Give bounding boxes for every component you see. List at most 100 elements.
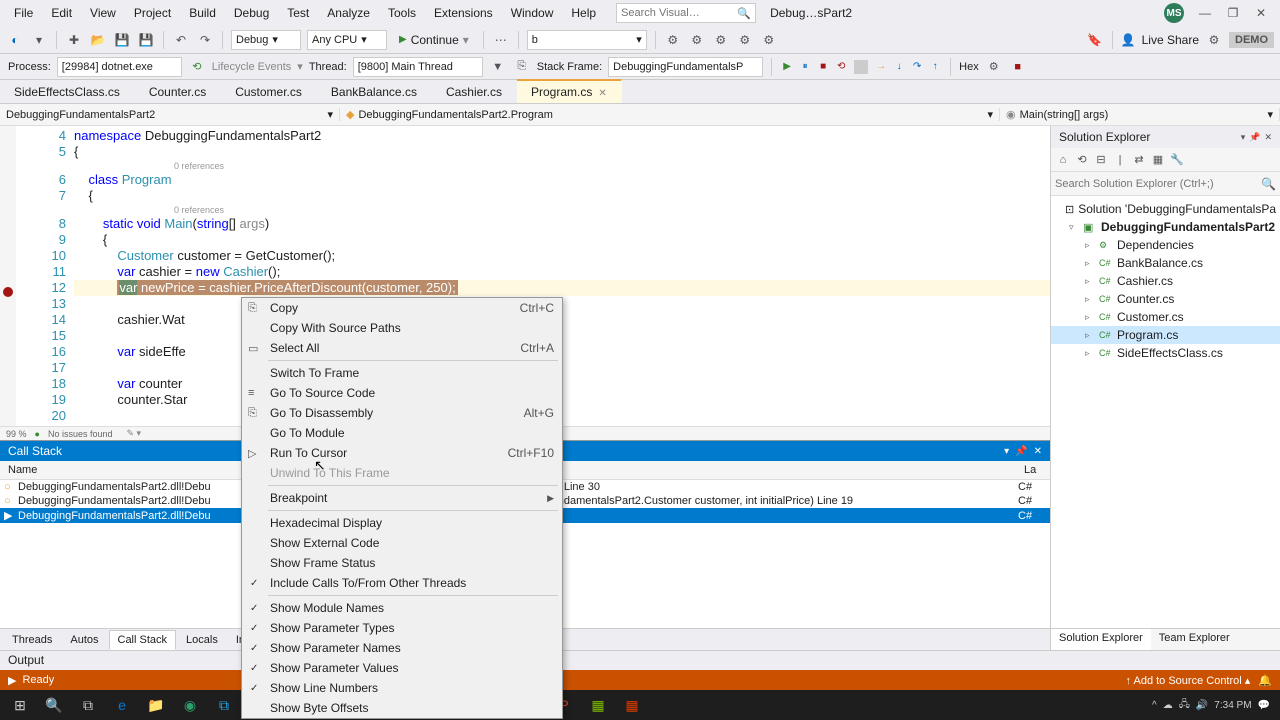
ctx-copy[interactable]: ⎘CopyCtrl+C — [242, 298, 562, 318]
explorer-icon[interactable]: 📁 — [140, 692, 172, 718]
ctx-go-to-disassembly[interactable]: ⎘Go To DisassemblyAlt+G — [242, 403, 562, 423]
stackframe-select[interactable]: DebuggingFundamentalsP — [608, 57, 763, 77]
ctx-show-parameter-values[interactable]: ✓Show Parameter Values — [242, 658, 562, 678]
ctx-select-all[interactable]: ▭Select AllCtrl+A — [242, 338, 562, 358]
step-icon[interactable]: → — [874, 60, 888, 74]
ctx-show-parameter-types[interactable]: ✓Show Parameter Types — [242, 618, 562, 638]
close-button[interactable]: ✕ — [1254, 6, 1268, 20]
close-icon[interactable]: ✕ — [1264, 132, 1272, 143]
process-select[interactable]: [29984] dotnet.exe — [57, 57, 182, 77]
menu-tools[interactable]: Tools — [380, 3, 424, 23]
ctx-breakpoint[interactable]: Breakpoint▶ — [242, 488, 562, 508]
minimize-button[interactable]: — — [1198, 6, 1212, 20]
tab-sideeffectsclass-cs[interactable]: SideEffectsClass.cs — [0, 81, 135, 103]
ctx-go-to-module[interactable]: Go To Module — [242, 423, 562, 443]
bookmark-icon[interactable]: 🔖 — [1086, 31, 1104, 49]
refresh-icon[interactable]: ⟲ — [188, 58, 206, 76]
redo-icon[interactable]: ↷ — [196, 31, 214, 49]
tree-item-sideeffectsclass-cs[interactable]: ▹C#SideEffectsClass.cs — [1051, 344, 1280, 362]
tree-project[interactable]: ▿▣DebuggingFundamentalsPart2 — [1051, 218, 1280, 236]
step-into-icon[interactable]: ↓ — [892, 60, 906, 74]
restore-button[interactable]: ❐ — [1226, 6, 1240, 20]
output-panel-title[interactable]: Output — [0, 650, 1280, 670]
vscode-icon[interactable]: ⧉ — [208, 692, 240, 718]
refresh-icon[interactable]: ⟲ — [1074, 152, 1090, 168]
ctx-go-to-source-code[interactable]: ≡Go To Source Code — [242, 383, 562, 403]
nav-type[interactable]: ◆DebuggingFundamentalsPart2.Program▾ — [340, 108, 1000, 121]
clock[interactable]: 7:34 PM — [1214, 700, 1251, 711]
tool-icon[interactable]: ⚙ — [760, 31, 778, 49]
misc-icon[interactable]: ⚙ — [985, 58, 1003, 76]
taskview-icon[interactable]: ⧉ — [72, 692, 104, 718]
tree-solution[interactable]: ⊡Solution 'DebuggingFundamentalsPa — [1051, 200, 1280, 218]
bottom-tab-locals[interactable]: Locals — [178, 631, 226, 649]
dropdown-icon[interactable]: ▾ — [1241, 132, 1246, 143]
ctx-show-module-names[interactable]: ✓Show Module Names — [242, 598, 562, 618]
breakpoint-margin[interactable] — [0, 126, 16, 426]
config-select[interactable]: Debug▾ — [231, 30, 301, 50]
solexp-search-input[interactable] — [1055, 178, 1261, 190]
tray-up-icon[interactable]: ^ — [1152, 700, 1157, 711]
app-icon[interactable]: ◉ — [174, 692, 206, 718]
add-source-control[interactable]: ↑ Add to Source Control ▴ — [1126, 674, 1251, 687]
ctx-show-parameter-names[interactable]: ✓Show Parameter Names — [242, 638, 562, 658]
onedrive-icon[interactable]: ☁ — [1163, 700, 1173, 711]
stop-icon[interactable]: ■ — [816, 60, 830, 74]
save-all-icon[interactable]: 💾 — [137, 31, 155, 49]
tab-solution-explorer[interactable]: Solution Explorer — [1051, 629, 1151, 650]
search-input[interactable] — [621, 7, 737, 19]
tree-item-customer-cs[interactable]: ▹C#Customer.cs — [1051, 308, 1280, 326]
lifecycle-label[interactable]: Lifecycle Events — [212, 61, 291, 73]
menu-help[interactable]: Help — [563, 3, 604, 23]
misc-icon[interactable]: ■ — [1009, 58, 1027, 76]
tab-program-cs[interactable]: Program.cs✕ — [517, 79, 622, 103]
nav-project[interactable]: DebuggingFundamentalsPart2▾ — [0, 108, 340, 121]
pin-icon[interactable]: 📌 — [1015, 446, 1027, 457]
pin-icon[interactable]: 📌 — [1249, 132, 1260, 143]
liveshare-settings-icon[interactable]: ⚙ — [1205, 31, 1223, 49]
start-button[interactable]: ⊞ — [4, 692, 36, 718]
tree-item-dependencies[interactable]: ▹⚙Dependencies — [1051, 236, 1280, 254]
close-icon[interactable]: ✕ — [1034, 446, 1042, 457]
ctx-hexadecimal-display[interactable]: Hexadecimal Display — [242, 513, 562, 533]
filter-icon[interactable]: ▼ — [489, 58, 507, 76]
tree-item-program-cs[interactable]: ▹C#Program.cs — [1051, 326, 1280, 344]
bottom-tab-threads[interactable]: Threads — [4, 631, 60, 649]
menu-window[interactable]: Window — [503, 3, 562, 23]
bottom-tab-autos[interactable]: Autos — [62, 631, 106, 649]
tab-bankbalance-cs[interactable]: BankBalance.cs — [317, 81, 432, 103]
menu-build[interactable]: Build — [181, 3, 224, 23]
menu-project[interactable]: Project — [126, 3, 179, 23]
tab-cashier-cs[interactable]: Cashier.cs — [432, 81, 517, 103]
open-icon[interactable]: 📂 — [89, 31, 107, 49]
close-icon[interactable]: ✕ — [598, 88, 606, 99]
ctx-copy-with-source-paths[interactable]: Copy With Source Paths — [242, 318, 562, 338]
continue-button[interactable]: ▶Continue▾ — [393, 33, 475, 47]
menu-file[interactable]: File — [6, 3, 41, 23]
tool-icon[interactable]: ⚙ — [712, 31, 730, 49]
restart-icon[interactable]: ⟲ — [834, 60, 848, 74]
ctx-show-byte-offsets[interactable]: Show Byte Offsets — [242, 698, 562, 718]
tool-icon[interactable]: ⚙ — [664, 31, 682, 49]
pause-icon[interactable]: ⏸ — [798, 60, 812, 74]
collapse-icon[interactable]: ⊟ — [1093, 152, 1109, 168]
app-icon[interactable]: ▦ — [582, 692, 614, 718]
liveshare-icon[interactable]: 👤 — [1121, 33, 1136, 47]
sync-icon[interactable]: ⇄ — [1131, 152, 1147, 168]
volume-icon[interactable]: 🔊 — [1196, 700, 1208, 711]
menu-test[interactable]: Test — [279, 3, 317, 23]
tree-item-bankbalance-cs[interactable]: ▹C#BankBalance.cs — [1051, 254, 1280, 272]
ctx-show-line-numbers[interactable]: ✓Show Line Numbers — [242, 678, 562, 698]
platform-select[interactable]: Any CPU▾ — [307, 30, 387, 50]
nav-member[interactable]: ◉Main(string[] args)▾ — [1000, 108, 1280, 121]
edge-icon[interactable]: e — [106, 692, 138, 718]
new-item-icon[interactable]: ✚ — [65, 31, 83, 49]
step-out-icon[interactable]: ↑ — [928, 60, 942, 74]
step-over-icon[interactable]: ↷ — [910, 60, 924, 74]
menu-debug[interactable]: Debug — [226, 3, 277, 23]
tool-icon[interactable]: ⚙ — [736, 31, 754, 49]
solexp-search[interactable]: 🔍 — [1051, 172, 1280, 196]
ctx-switch-to-frame[interactable]: Switch To Frame — [242, 363, 562, 383]
thread-select[interactable]: [9800] Main Thread — [353, 57, 483, 77]
ctx-include-calls-to-from-other-threads[interactable]: ✓Include Calls To/From Other Threads — [242, 573, 562, 593]
